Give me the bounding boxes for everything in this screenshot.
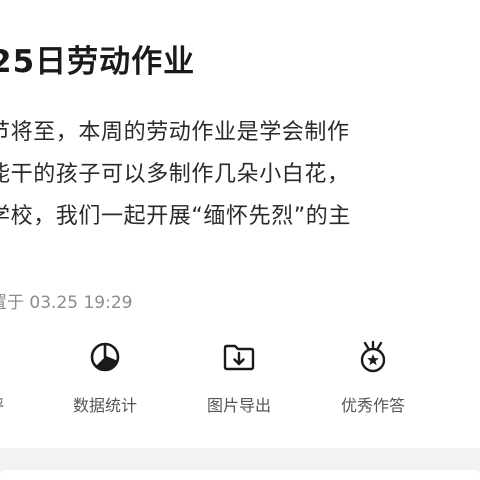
action-bar: 评 数据统计 图片导出 优秀作答 — [0, 340, 480, 430]
medal-star-icon — [360, 340, 386, 373]
action-label: 数据统计 — [72, 396, 137, 415]
action-label: 优秀作答 — [340, 396, 405, 415]
excellent-answers-button[interactable]: 优秀作答 — [333, 340, 413, 416]
post-title: 25日劳动作业 — [0, 44, 196, 80]
image-export-button[interactable]: 图片导出 — [199, 340, 279, 416]
pie-chart-icon — [90, 342, 120, 372]
post-body-line: 。 — [0, 238, 480, 280]
homework-card: 25日劳动作业 节将至，本周的劳动作业是学会制作 能干的孩子可以多制作几朵小白花… — [0, 0, 480, 448]
post-body: 节将至，本周的劳动作业是学会制作 能干的孩子可以多制作几朵小白花， 学校，我们一… — [0, 112, 480, 280]
post-body-line: 能干的孩子可以多制作几朵小白花， — [0, 162, 350, 187]
post-meta: 置于 03.25 19:29 — [0, 293, 133, 313]
next-card-edge — [0, 470, 480, 480]
action-label: 评 — [0, 392, 4, 416]
action-label: 图片导出 — [206, 396, 271, 415]
post-body-line: 学校，我们一起开展“缅怀先烈”的主 — [0, 204, 351, 229]
post-body-line: 节将至，本周的劳动作业是学会制作 — [0, 120, 350, 145]
comment-icon — [0, 340, 13, 374]
data-statistics-button[interactable]: 数据统计 — [65, 340, 145, 416]
comment-action[interactable]: 评 — [0, 340, 36, 416]
folder-download-icon — [223, 344, 255, 371]
